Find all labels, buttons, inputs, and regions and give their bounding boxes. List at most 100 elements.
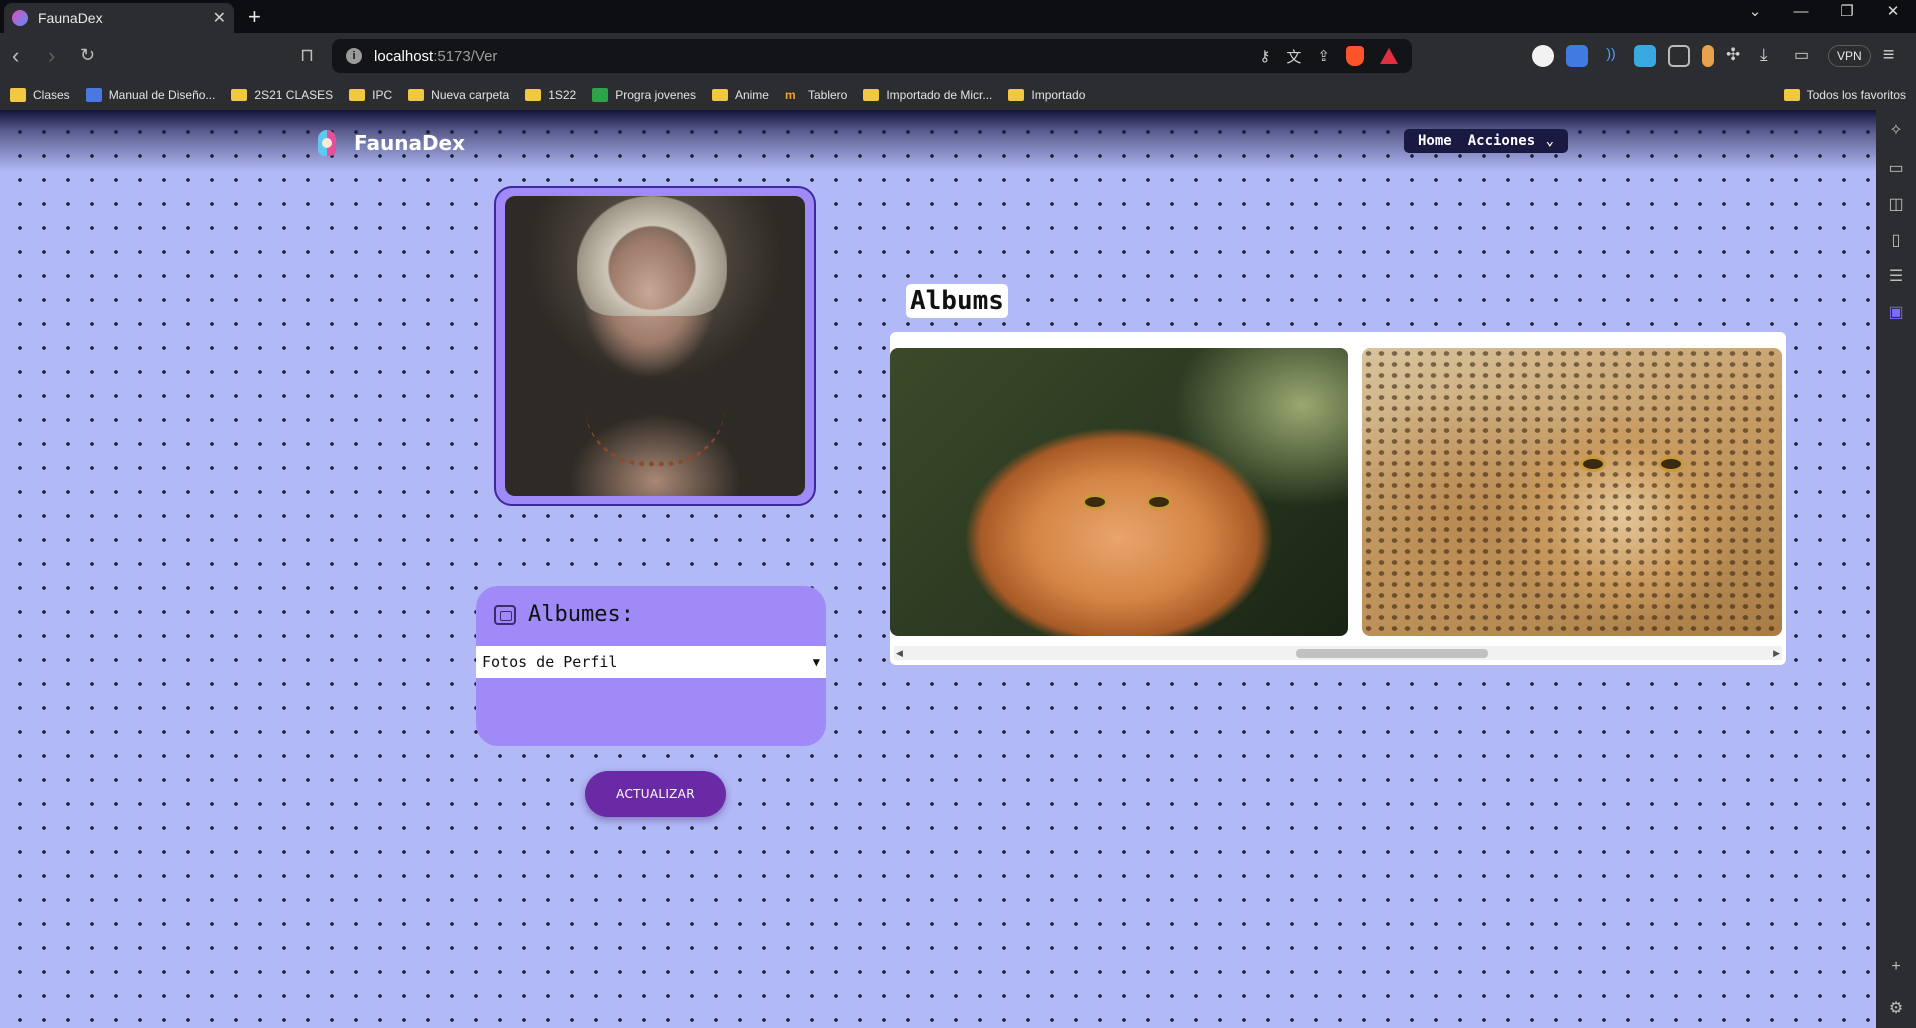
photo-hair (577, 196, 727, 316)
sidebar-settings-icon[interactable]: ⚙ (1886, 998, 1906, 1017)
share-icon[interactable]: ⇪ (1317, 47, 1330, 65)
albums-selector-title: Albumes: (528, 602, 634, 627)
extensions-area: )) ✣ ⤓ ▭ VPN ≡ (1532, 44, 1894, 67)
tab-title: FaunaDex (38, 10, 103, 26)
page-body: FaunaDex Home Acciones ⌄ Albums ◀ ▶ Albu… (0, 110, 1876, 1028)
photo-album-icon (494, 604, 516, 625)
leo-ai-icon[interactable]: ✧ (1886, 120, 1906, 139)
bookmark-item[interactable]: Manual de Diseño... (85, 88, 216, 102)
extension-wave-icon[interactable]: )) (1600, 44, 1622, 67)
nav-home-link[interactable]: Home (1418, 133, 1452, 149)
bookmark-label: Clases (33, 88, 70, 102)
forward-icon[interactable]: › (48, 43, 55, 69)
browser-toolbar: ‹ › ↻ ⊓ i localhost :5173/Ver ⚷ 文 ⇪ )) ✣… (0, 33, 1916, 80)
bookmark-folder[interactable]: Importado de Micr... (863, 88, 992, 102)
brave-rewards-icon[interactable] (1380, 48, 1398, 64)
album-strip[interactable] (890, 348, 1786, 636)
albums-selector-card: Albumes: Fotos de Perfil ▼ (476, 586, 826, 746)
docs-bookmark-icon (85, 88, 102, 102)
folder-icon (231, 89, 248, 101)
brand[interactable]: FaunaDex (314, 126, 465, 160)
extension-hand-icon[interactable] (1702, 44, 1714, 67)
bookmark-folder[interactable]: Anime (711, 88, 769, 102)
bookmark-item[interactable]: Progra jovenes (592, 88, 696, 102)
restore-icon[interactable]: ❐ (1824, 0, 1870, 33)
reload-icon[interactable]: ↻ (80, 45, 95, 66)
folder-icon (525, 89, 542, 101)
album-select[interactable]: Fotos de Perfil ▼ (476, 646, 826, 678)
nav-actions-label: Acciones (1467, 133, 1536, 149)
wallet-icon[interactable]: ▭ (1794, 45, 1816, 67)
photo-spots (1362, 348, 1782, 636)
album-photo-cat[interactable] (890, 348, 1348, 636)
folder-icon (408, 89, 425, 101)
horizontal-scrollbar[interactable]: ◀ ▶ (894, 646, 1782, 660)
image-bookmark-icon (10, 88, 26, 102)
wallet-side-icon[interactable]: ◫ (1886, 194, 1906, 213)
scroll-left-icon[interactable]: ◀ (896, 646, 903, 660)
profile-picture-frame (494, 186, 816, 506)
address-bar[interactable]: i localhost :5173/Ver ⚷ 文 ⇪ (332, 39, 1412, 73)
reading-list-icon[interactable]: ▭ (1886, 158, 1906, 177)
bookmark-folder[interactable]: Importado (1008, 88, 1085, 102)
add-panel-icon[interactable]: + (1886, 958, 1906, 976)
new-tab-icon[interactable]: + (248, 4, 261, 30)
extension-clipboard-icon[interactable] (1668, 44, 1690, 67)
bookmark-folder[interactable]: IPC (349, 88, 392, 102)
browser-sidebar: ✧ ▭ ◫ ▯ ☰ ▣ + ⚙ (1876, 110, 1916, 1028)
chevron-down-icon: ▼ (812, 655, 820, 669)
nav-menu: Home Acciones ⌄ (1404, 129, 1569, 153)
bookmark-item[interactable]: Clases (10, 88, 70, 102)
back-icon[interactable]: ‹ (12, 43, 19, 69)
photo-eye (1658, 456, 1684, 472)
window-controls: ⌄ — ❐ ✕ (1732, 0, 1916, 33)
folder-icon (1783, 89, 1800, 101)
bookmarks-bar: Clases Manual de Diseño... 2S21 CLASES I… (0, 80, 1916, 110)
close-window-icon[interactable]: ✕ (1870, 0, 1916, 33)
bookmark-folder[interactable]: 2S21 CLASES (231, 88, 333, 102)
bookmark-label: Manual de Diseño... (108, 88, 216, 102)
scrollbar-thumb[interactable] (1296, 649, 1488, 658)
browser-tab[interactable]: FaunaDex ✕ (4, 3, 234, 33)
tab-search-icon[interactable]: ⌄ (1732, 0, 1778, 33)
minimize-icon[interactable]: — (1778, 0, 1824, 33)
scroll-right-icon[interactable]: ▶ (1773, 646, 1780, 660)
extension-translate-icon[interactable] (1566, 44, 1588, 67)
brand-name: FaunaDex (354, 131, 466, 155)
album-photo-cheetah[interactable] (1362, 348, 1782, 636)
downloads-icon[interactable]: ⤓ (1760, 45, 1782, 67)
translate-icon[interactable]: 文 (1286, 46, 1301, 67)
site-info-icon[interactable]: i (346, 48, 362, 64)
faunadex-logo-icon (314, 126, 344, 160)
menu-icon[interactable]: ≡ (1883, 44, 1895, 67)
bookmark-page-icon[interactable]: ⊓ (300, 45, 314, 66)
close-tab-icon[interactable]: ✕ (213, 8, 226, 28)
all-bookmarks-folder[interactable]: Todos los favoritos (1783, 80, 1906, 110)
sheets-bookmark-icon (592, 88, 609, 102)
album-select-value: Fotos de Perfil (482, 653, 618, 671)
bookmark-folder[interactable]: 1S22 (525, 88, 576, 102)
tab-favicon-icon (12, 10, 28, 26)
folder-icon (863, 89, 880, 101)
brave-shields-icon[interactable] (1346, 46, 1364, 66)
photo-necklace (585, 406, 725, 466)
extension-square-icon[interactable] (1634, 44, 1656, 67)
chevron-down-icon: ⌄ (1545, 133, 1555, 149)
bookmark-label: Anime (734, 88, 769, 102)
update-button[interactable]: ACTUALIZAR (585, 771, 726, 817)
talk-side-icon[interactable]: ▣ (1886, 302, 1906, 321)
url-host: localhost (374, 47, 434, 65)
nav-actions-dropdown[interactable]: Acciones ⌄ (1468, 133, 1554, 149)
bookmark-label: Importado (1031, 88, 1086, 102)
bookmark-label: Importado de Micr... (886, 88, 993, 102)
extensions-puzzle-icon[interactable]: ✣ (1726, 45, 1748, 67)
vpn-button[interactable]: VPN (1828, 44, 1871, 67)
history-side-icon[interactable]: ☰ (1886, 266, 1906, 285)
extension-ghost-icon[interactable] (1532, 44, 1554, 67)
browser-tab-bar: FaunaDex ✕ + ⌄ — ❐ ✕ (0, 0, 1916, 33)
bookmark-folder[interactable]: Nueva carpeta (408, 88, 509, 102)
profile-photo (505, 196, 805, 496)
bookmark-item[interactable]: m Tablero (785, 88, 847, 102)
bookmarks-side-icon[interactable]: ▯ (1886, 230, 1906, 249)
key-icon[interactable]: ⚷ (1259, 47, 1270, 65)
